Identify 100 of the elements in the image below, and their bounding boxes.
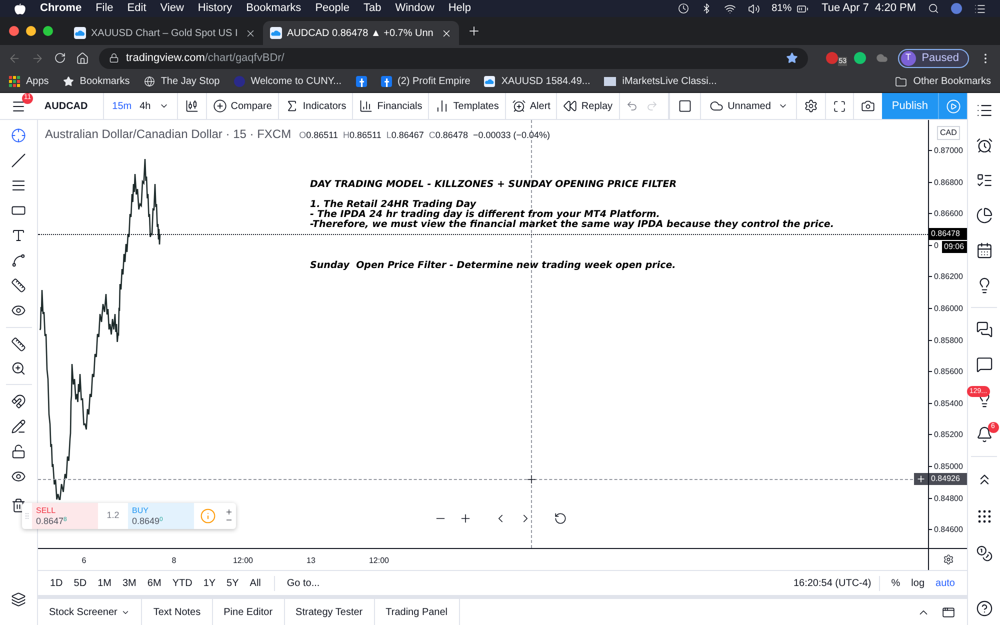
undo-icon[interactable] [626,100,638,112]
search-icon[interactable] [928,3,939,14]
settings-icon[interactable] [942,554,954,565]
range-button[interactable]: All [250,576,261,590]
browser-tab[interactable]: AUDCAD 0.86478 ▲ +0.7% Unn [263,21,459,45]
text-icon[interactable] [11,228,26,243]
scale-option[interactable]: auto [936,576,955,590]
trend-line-icon[interactable] [11,153,26,168]
range-button[interactable]: 1Y [203,576,216,590]
bookmark-folder[interactable]: Other Bookmarks [895,74,991,89]
drag-handle-icon[interactable] [23,510,31,522]
interval-button[interactable]: 15m [112,98,132,114]
menu-item[interactable]: Help [448,0,471,17]
fullscreen-icon[interactable] [832,100,846,112]
volume-icon[interactable] [748,2,760,14]
forward-icon[interactable] [31,52,44,64]
magnet-icon[interactable] [11,394,26,409]
toolbar-button[interactable]: Alert [506,93,558,119]
price-axis[interactable]: CAD 0.87000 0.86800 0.86600 0 0.86200 0.86000 0.85800 0.85600 0.85400 0.85200 0.85000 0.84800 0.84600 0.86478 09:06 0.84926 [928,120,967,548]
browser-tab[interactable]: XAUUSD Chart – Gold Spot US I [67,21,263,45]
menubar-clock[interactable]: Tue Apr 7 4:20 PM [822,0,916,17]
symbol-search-button[interactable]: AUDCAD [36,93,104,119]
wifi-icon[interactable] [724,2,736,14]
panel-tab[interactable]: Text Notes [142,599,213,625]
crosshair-icon[interactable] [11,128,26,143]
range-button[interactable]: 3M [122,576,136,590]
toolbar-button[interactable]: Templates [429,93,506,119]
bookmark[interactable] [356,76,367,87]
calendar-icon[interactable] [976,242,992,259]
close-window-button[interactable] [9,26,19,36]
scale-option[interactable]: log [911,576,925,590]
menu-item[interactable]: View [160,0,184,17]
eye-icon[interactable] [11,469,26,484]
zoom-in-icon[interactable] [11,360,26,376]
bookmark[interactable]: iMarketsLive Classi... [604,74,717,89]
layout-icon[interactable] [678,99,692,113]
settings-icon[interactable] [804,99,818,113]
close-icon[interactable] [441,28,452,38]
menu-item[interactable]: Chrome [40,0,82,17]
range-button[interactable]: 5Y [226,576,239,590]
panel-tab[interactable]: Stock Screener [38,599,142,625]
camera-icon[interactable] [860,99,875,113]
chat-icon[interactable] [976,356,992,373]
parallel-lines-icon[interactable] [11,178,26,193]
range-button[interactable]: 1D [50,576,63,590]
cloud-icon[interactable] [876,52,888,64]
toolbar-button[interactable]: Financials [353,93,430,119]
bookmark[interactable]: (2) Profit Empire [380,74,470,89]
menu-item[interactable]: Tab [363,0,382,17]
menu-item[interactable]: History [198,0,232,17]
increase-icon[interactable] [225,508,233,516]
panel-tab[interactable]: Trading Panel [374,599,460,625]
ruler-icon[interactable] [11,336,26,352]
range-button[interactable]: 5D [74,576,87,590]
chart-note[interactable]: DAY TRADING MODEL - KILLZONES + SUNDAY OPENING PRICE FILTER [310,180,677,190]
pencil-icon[interactable] [11,419,26,434]
menu-item[interactable]: Bookmarks [246,0,302,17]
candlestick-icon[interactable] [184,99,199,113]
bell-icon[interactable] [976,426,992,443]
symbol-title[interactable]: Australian Dollar/Canadian Dollar · 15 · FXCM [45,125,292,143]
layers-icon[interactable] [11,592,26,607]
measure-icon[interactable] [11,278,26,293]
play-button[interactable] [938,93,967,119]
chart-note[interactable]: 1. The Retail 24HR Trading Day - The IPDA 24 hr trading day is different from your MT4 Platform. -Therefore, we must view the financial market the same way IPDA because they control the price. [310,200,834,230]
bookmark[interactable]: XAUUSD 1584.49... [484,74,590,89]
extension-icon[interactable] [854,52,866,64]
bookmark[interactable]: The Jay Stop [144,74,220,89]
help-icon[interactable] [976,600,992,617]
battery-icon[interactable] [794,2,810,14]
menu-icon[interactable] [10,98,26,114]
sell-button[interactable]: SELL 0.8647$^{8}$ [32,503,98,529]
watchlist-icon[interactable] [976,102,992,119]
panel-tab[interactable]: Pine Editor [212,599,285,625]
alarm-clock-icon[interactable] [976,137,992,154]
panel-tab[interactable]: Strategy Tester [284,599,375,625]
star-icon[interactable] [786,52,798,64]
zoom-window-button[interactable] [43,26,53,36]
profile-button[interactable]: T Paused [898,48,969,68]
menu-item[interactable]: Edit [127,0,146,17]
toolbar-button[interactable]: Replay [557,93,620,119]
new-tab-icon[interactable] [467,24,481,38]
pattern-icon[interactable] [11,253,26,268]
scale-option[interactable]: % [891,576,900,590]
range-button[interactable]: 1M [98,576,112,590]
unlock-icon[interactable] [11,444,26,459]
coins-icon[interactable] [976,545,992,562]
timezone-clock[interactable]: 16:20:54 (UTC-4) [793,576,880,590]
eye-icon[interactable] [11,303,26,318]
bookmark[interactable]: Bookmarks [62,74,130,89]
toolbar-button[interactable]: Compare [206,93,279,119]
address-field[interactable]: tradingview.com/chart/gaqfvBDr/ [99,48,808,68]
clock-icon[interactable] [678,3,689,14]
buy-button[interactable]: BUY 0.8649$^{0}$ [128,503,194,529]
range-button[interactable]: YTD [172,576,192,590]
go-to-button[interactable]: Go to... [274,576,320,590]
plus-icon[interactable] [459,512,472,525]
bookmark[interactable]: Apps [9,74,49,89]
dots-icon[interactable] [976,508,992,525]
toolbar-button[interactable]: Indicators [278,93,354,119]
back-icon[interactable] [8,52,21,64]
